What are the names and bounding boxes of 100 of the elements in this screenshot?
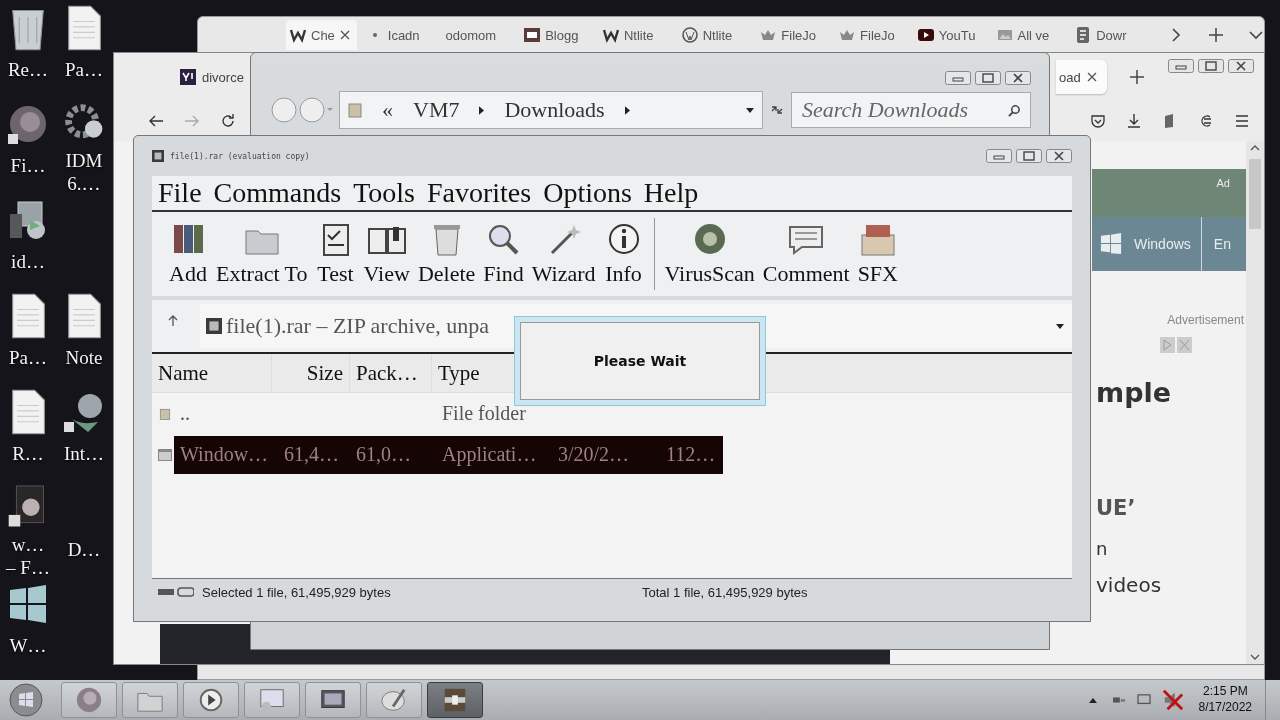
toolbar-button[interactable]: Test bbox=[311, 221, 360, 287]
close-icon[interactable] bbox=[1005, 71, 1031, 85]
toolbar-button[interactable]: Add bbox=[164, 221, 212, 287]
minimize-icon[interactable] bbox=[1168, 59, 1194, 73]
taskbar-button[interactable] bbox=[427, 682, 483, 718]
pocket-icon[interactable] bbox=[1090, 113, 1106, 129]
menu-item[interactable]: Tools bbox=[353, 177, 415, 209]
browser-tab[interactable]: Ntlite bbox=[677, 20, 751, 50]
desktop-icon-label[interactable]: w… – F… bbox=[6, 532, 50, 580]
start-button[interactable] bbox=[8, 682, 44, 718]
minimize-icon[interactable] bbox=[986, 149, 1012, 163]
address-bar[interactable]: « VM7 Downloads bbox=[339, 91, 763, 129]
download-icon[interactable] bbox=[1126, 113, 1142, 129]
breadcrumb-item[interactable]: VM7 bbox=[413, 97, 460, 123]
desktop-icon-label[interactable]: Re… bbox=[7, 58, 49, 82]
menu-icon[interactable] bbox=[1234, 113, 1250, 129]
file-row[interactable]: Window… 61,4… 61,0… Applicati… 3/20/2… 112… bbox=[152, 434, 1072, 475]
reload-icon[interactable] bbox=[220, 113, 236, 129]
browser-tab[interactable]: FileJo bbox=[756, 20, 830, 50]
taskbar-button[interactable] bbox=[183, 682, 239, 718]
browser-tab[interactable]: divorce bbox=[178, 60, 246, 94]
caret-icon[interactable] bbox=[624, 105, 630, 115]
scrollbar[interactable] bbox=[1246, 141, 1264, 664]
toolbar-button[interactable]: Find bbox=[479, 221, 528, 287]
desktop-icon-label[interactable]: IDM 6.… bbox=[65, 148, 103, 196]
browser-tab[interactable]: Blogg bbox=[520, 20, 593, 50]
close-icon[interactable] bbox=[339, 30, 350, 40]
search-field[interactable]: Search Downloads bbox=[791, 92, 1031, 128]
speaker-muted-icon[interactable] bbox=[1161, 689, 1184, 711]
plus-icon[interactable] bbox=[1128, 69, 1145, 85]
column-header[interactable]: Pack… bbox=[350, 354, 432, 392]
desktop-icon-label[interactable]: Pa… bbox=[9, 346, 47, 370]
folder-icon bbox=[158, 406, 172, 421]
menu-item[interactable]: Help bbox=[643, 177, 699, 209]
menu-item[interactable]: Options bbox=[543, 177, 632, 209]
breadcrumb-chevron[interactable]: « bbox=[382, 97, 393, 123]
maximize-icon[interactable] bbox=[1198, 59, 1224, 73]
back-icon[interactable] bbox=[148, 113, 164, 129]
folder-icon bbox=[348, 101, 362, 119]
toolbar-button[interactable]: VirusScan bbox=[660, 221, 759, 287]
browser-tab[interactable]: oad bbox=[1055, 60, 1107, 94]
sync-icon[interactable] bbox=[1198, 113, 1214, 129]
up-arrow-icon[interactable] bbox=[168, 315, 178, 327]
tray-expand-icon[interactable] bbox=[1088, 697, 1097, 703]
table-cell: 61,0… bbox=[356, 443, 411, 466]
scrollbar-thumb[interactable] bbox=[1249, 159, 1261, 229]
browser-tab[interactable]: Che bbox=[286, 20, 357, 50]
table-cell: 61,4… bbox=[284, 443, 339, 466]
breadcrumb-item[interactable]: Downloads bbox=[504, 97, 605, 123]
desktop-icon-label[interactable]: D… bbox=[67, 538, 101, 562]
desktop-icon-label[interactable]: W… bbox=[9, 634, 47, 658]
monitor-icon[interactable] bbox=[1136, 694, 1151, 706]
toolbar-button[interactable]: Extract To bbox=[212, 221, 312, 287]
browser-tab[interactable]: YouTu bbox=[913, 20, 987, 50]
desktop-icon-label[interactable]: Pa… bbox=[65, 58, 103, 82]
close-icon[interactable] bbox=[1086, 72, 1097, 82]
toolbar-button[interactable]: Delete bbox=[413, 221, 480, 287]
dialog-message: Please Wait bbox=[593, 353, 687, 369]
scroll-up-icon[interactable] bbox=[1250, 145, 1260, 151]
dropdown-icon[interactable] bbox=[746, 107, 754, 113]
menu-item[interactable]: Commands bbox=[213, 177, 342, 209]
desktop-icon-label[interactable]: Fi… bbox=[10, 154, 46, 178]
column-header[interactable]: Name bbox=[152, 354, 272, 392]
ad-label: Ad bbox=[1216, 177, 1230, 189]
taskbar-button[interactable] bbox=[305, 682, 361, 718]
minimize-icon[interactable] bbox=[945, 71, 971, 85]
desktop-icon-label[interactable]: R… bbox=[12, 442, 44, 466]
toolbar-button[interactable]: View bbox=[359, 221, 414, 287]
toolbar-button[interactable]: Info bbox=[599, 221, 648, 287]
toolbar-button[interactable]: Comment bbox=[758, 221, 854, 287]
scroll-down-icon[interactable] bbox=[1250, 654, 1260, 660]
network-icon[interactable] bbox=[1111, 694, 1126, 706]
maximize-icon[interactable] bbox=[975, 71, 1001, 85]
close-icon[interactable] bbox=[1046, 149, 1072, 163]
browser-tab[interactable]: FileJo bbox=[835, 20, 908, 50]
control-panel-icon bbox=[258, 686, 286, 714]
column-header[interactable]: Size bbox=[272, 354, 350, 392]
toolbar-button[interactable]: SFX bbox=[853, 221, 902, 287]
desktop-icon-label[interactable]: Note bbox=[65, 346, 103, 370]
browser-tab[interactable]: Icadn bbox=[362, 20, 436, 50]
maximize-icon[interactable] bbox=[1016, 149, 1042, 163]
application-icon bbox=[158, 447, 172, 462]
status-text: Total 1 file, 61,495,929 bytes bbox=[642, 584, 808, 600]
dropdown-icon[interactable] bbox=[1056, 323, 1064, 329]
desktop-icon-label[interactable]: id… bbox=[11, 250, 45, 274]
article-text: UE’ bbox=[1096, 496, 1136, 520]
windows-logo-icon bbox=[1100, 233, 1122, 255]
taskbar-clock[interactable]: 2:15 PM 8/17/2022 bbox=[1198, 684, 1252, 716]
plus-icon[interactable] bbox=[1207, 27, 1224, 43]
menu-item[interactable]: File bbox=[158, 177, 202, 209]
browser-tab[interactable]: Dowr bbox=[1071, 20, 1144, 50]
menu-item[interactable]: Favorites bbox=[426, 177, 532, 209]
toolbar-button[interactable]: Wizard bbox=[527, 221, 600, 287]
desktop-icon-label[interactable]: Int… bbox=[63, 442, 105, 466]
browser-tab[interactable]: Ntlite bbox=[598, 20, 672, 50]
browser-tab[interactable]: All ve bbox=[992, 20, 1066, 50]
caret-icon[interactable] bbox=[479, 105, 485, 115]
search-icon[interactable] bbox=[1008, 104, 1021, 117]
browser-tab[interactable]: odomom bbox=[441, 20, 515, 50]
close-icon[interactable] bbox=[1228, 59, 1254, 73]
